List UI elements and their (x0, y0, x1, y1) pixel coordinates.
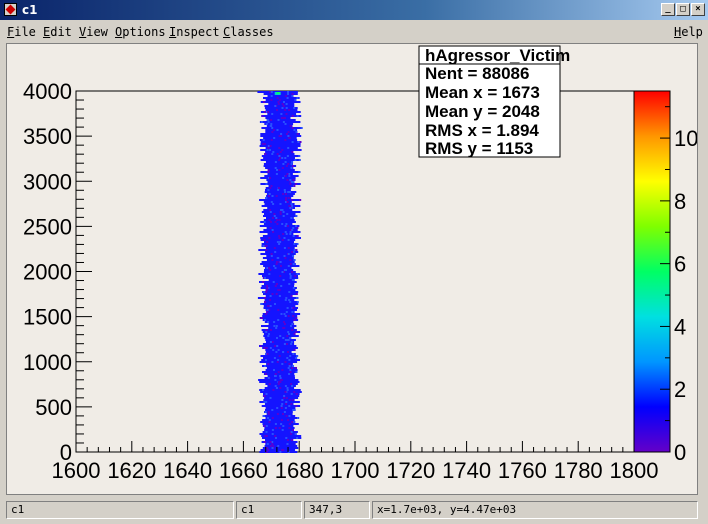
y-tick-label: 500 (35, 395, 72, 420)
menu-view[interactable]: View (79, 25, 108, 39)
z-tick-label: 8 (674, 189, 686, 214)
menu-classes[interactable]: Classes (223, 25, 274, 39)
y-tick-label: 3000 (23, 169, 72, 194)
status-pixel: 347,3 (304, 501, 370, 519)
menu-options[interactable]: Options (115, 25, 166, 39)
y-tick-label: 1000 (23, 350, 72, 375)
z-tick-label: 10 (674, 126, 697, 151)
app-icon[interactable] (4, 3, 17, 16)
z-tick-label: 0 (674, 440, 686, 465)
y-tick-label: 0 (60, 440, 72, 465)
menu-edit[interactable]: Edit (43, 25, 72, 39)
x-tick-label: 1780 (554, 458, 603, 483)
y-tick-label: 4000 (23, 79, 72, 104)
x-tick-label: 1620 (107, 458, 156, 483)
y-tick-label: 2000 (23, 260, 72, 285)
z-tick-label: 2 (674, 377, 686, 402)
z-tick-label: 6 (674, 252, 686, 277)
y-tick-label: 2500 (23, 214, 72, 239)
x-tick-label: 1760 (498, 458, 547, 483)
menu-help[interactable]: Help (674, 25, 703, 39)
x-tick-label: 1740 (442, 458, 491, 483)
status-bar: c1 c1 347,3 x=1.7e+03, y=4.47e+03 (0, 498, 708, 522)
stats-rms-x: RMS x = 1.894 (425, 121, 539, 140)
stats-mean-y: Mean y = 2048 (425, 102, 540, 121)
status-canvas: c1 (6, 501, 234, 519)
x-tick-label: 1700 (331, 458, 380, 483)
close-button[interactable]: × (691, 3, 705, 16)
stats-mean-x: Mean x = 1673 (425, 83, 540, 102)
menu-file[interactable]: File (7, 25, 36, 39)
x-tick-label: 1660 (219, 458, 268, 483)
x-axis: 1600 1620 1640 1660 1680 1700 1720 1740 1760 1780… (52, 441, 659, 483)
minimize-button[interactable]: _ (661, 3, 675, 16)
status-coords: x=1.7e+03, y=4.47e+03 (372, 501, 698, 519)
stats-box[interactable]: hAgressor_Victim Nent = 88086 Mean x = 1… (418, 45, 570, 158)
maximize-button[interactable]: □ (676, 3, 690, 16)
menu-inspect[interactable]: Inspect (169, 25, 220, 39)
x-tick-label: 1640 (163, 458, 212, 483)
color-palette (633, 90, 671, 453)
y-tick-label: 3500 (23, 124, 72, 149)
window-title: c1 (22, 3, 38, 17)
menu-bar: File Edit View Options Inspect Classes H… (0, 22, 708, 42)
stats-title: hAgressor_Victim (425, 46, 570, 65)
histogram-plot[interactable]: 1600 1620 1640 1660 1680 1700 1720 1740 1760 1780… (7, 44, 698, 494)
status-object: c1 (236, 501, 302, 519)
x-tick-label: 1800 (610, 458, 659, 483)
x-tick-label: 1720 (386, 458, 435, 483)
title-bar: c1 _ □ × (0, 0, 708, 20)
stats-rms-y: RMS y = 1153 (425, 139, 533, 158)
x-tick-label: 1680 (275, 458, 324, 483)
y-tick-label: 1500 (23, 305, 72, 330)
stats-nent: Nent = 88086 (425, 64, 529, 83)
canvas-frame[interactable]: 1600 1620 1640 1660 1680 1700 1720 1740 1760 1780… (6, 43, 698, 495)
z-tick-label: 4 (674, 314, 686, 339)
